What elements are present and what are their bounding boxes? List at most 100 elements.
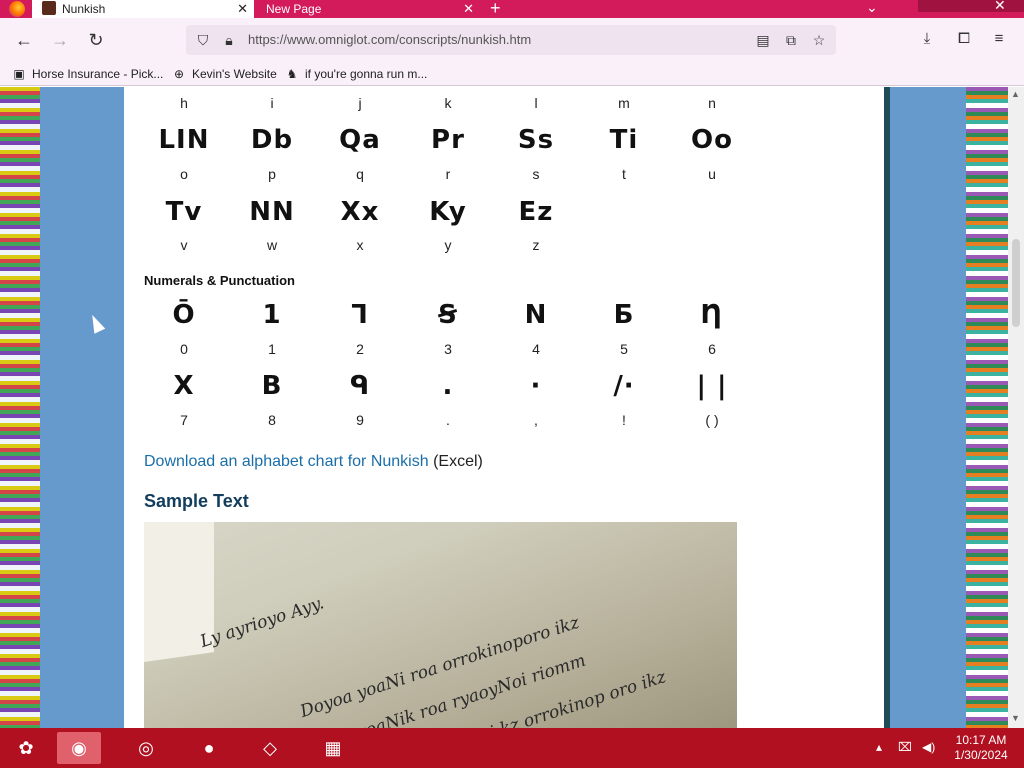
back-button[interactable]: ←	[12, 28, 36, 52]
nunkish-glyph: /·	[613, 371, 635, 401]
nunkish-glyph: Ꞩ	[438, 300, 458, 330]
nunkish-glyph: Qa	[339, 125, 381, 155]
new-tab-icon[interactable]: +	[490, 0, 501, 19]
extensions-icon[interactable]: ⧠	[953, 28, 975, 50]
numeral-label: ( )	[705, 412, 719, 428]
bookmark-horse-insurance[interactable]: ▣ Horse Insurance - Pick...	[12, 65, 163, 83]
letter-label: n	[708, 95, 716, 111]
nunkish-glyph: LIN	[158, 125, 210, 155]
nunkish-glyph: Ꞁ	[351, 300, 369, 330]
numeral-label: !	[622, 412, 626, 428]
nunkish-glyph: B	[261, 371, 283, 401]
download-chart-link[interactable]: Download an alphabet chart for Nunkish	[144, 453, 429, 470]
nunkish-glyph: Ƞ	[700, 300, 724, 330]
omniglot-favicon-icon	[42, 1, 56, 15]
tab-label: New Page	[266, 2, 322, 16]
windows-taskbar: ✿ ◉ ◎ ● ◇ ▦ ▴ ⌧ ◀︎) 10:17 AM 1/30/2024	[0, 728, 1024, 768]
virtualbox-taskbar-icon[interactable]: ◇	[248, 732, 292, 764]
letter-label: p	[268, 166, 276, 182]
clock-time: 10:17 AM	[955, 733, 1007, 747]
nunkish-glyph: Ƃ	[613, 300, 635, 330]
start-button[interactable]: ✿	[4, 732, 48, 764]
bookmark-star-icon[interactable]: ☆	[810, 31, 828, 49]
numeral-label: 5	[620, 341, 628, 357]
firefox-taskbar-icon[interactable]: ◉	[57, 732, 101, 764]
numeral-label: ,	[534, 412, 538, 428]
address-bar[interactable]: ⛉ 🔒︎ https://www.omniglot.com/conscripts…	[186, 25, 836, 55]
list-tabs-chevron-icon[interactable]: ⌄	[866, 0, 878, 16]
nunkish-glyph: Ky	[429, 197, 467, 227]
handwriting-line: Ly ayrioyo Ayy.	[197, 593, 327, 652]
obs-taskbar-icon[interactable]: ●	[187, 732, 231, 764]
page-viewport: h i j k l m n LIN Db Qa Pr Ss Ti Oo o p …	[0, 87, 1024, 728]
forward-button[interactable]: →	[48, 28, 72, 52]
letter-label: x	[356, 237, 364, 253]
tray-chevron-icon[interactable]: ▴	[876, 740, 882, 754]
letter-label: z	[532, 237, 540, 253]
window-close-button[interactable]: ✕	[918, 0, 1024, 13]
nunkish-glyph: 1	[262, 300, 282, 330]
page-scrollbar[interactable]: ▲ ▼	[1008, 87, 1024, 728]
nunkish-glyph: Ō	[172, 300, 196, 330]
sample-text-photo: Ly ayrioyo Ayy. Doyoa yoaNi roa orrokino…	[144, 522, 737, 728]
scrollbar-thumb[interactable]	[1012, 239, 1020, 327]
nunkish-glyph: Ez	[518, 197, 554, 227]
url-text[interactable]: https://www.omniglot.com/conscripts/nunk…	[248, 32, 531, 47]
letter-label: s	[532, 166, 540, 182]
bookmark-gonna-run[interactable]: ♞ if you're gonna run m...	[285, 65, 428, 83]
letter-label: m	[618, 95, 630, 111]
letter-label: u	[708, 166, 716, 182]
letter-label: j	[358, 95, 362, 111]
windows-xp-vm-taskbar-icon[interactable]: ▦	[311, 732, 355, 764]
numeral-label: 7	[180, 412, 188, 428]
close-tab-icon[interactable]: ✕	[463, 0, 474, 18]
bookmark-kevins-website[interactable]: ⊕ Kevin's Website	[172, 65, 277, 83]
lock-icon[interactable]: 🔒︎	[220, 31, 238, 49]
letter-label: t	[622, 166, 626, 182]
nunkish-glyph: .	[442, 371, 454, 401]
letter-label: y	[444, 237, 452, 253]
numeral-label: 9	[356, 412, 364, 428]
numeral-label: 0	[180, 341, 188, 357]
volume-icon[interactable]: ◀︎)	[922, 740, 935, 754]
letter-label: i	[270, 95, 274, 111]
downloads-icon[interactable]: ⤓	[916, 28, 938, 50]
chrome-taskbar-icon[interactable]: ◎	[124, 732, 168, 764]
clock-date: 1/30/2024	[954, 748, 1008, 762]
letter-label: k	[444, 95, 452, 111]
nunkish-glyph: N	[524, 300, 548, 330]
letter-label: w	[266, 237, 278, 253]
numeral-label: 1	[268, 341, 276, 357]
numeral-label: 8	[268, 412, 276, 428]
download-format: (Excel)	[433, 453, 483, 470]
picture-in-picture-icon[interactable]: ⧉	[782, 31, 800, 49]
nunkish-glyph: Tv	[165, 197, 203, 227]
numeral-label: .	[446, 412, 450, 428]
network-icon[interactable]: ⌧	[898, 740, 912, 754]
menu-icon[interactable]: ≡	[988, 28, 1010, 50]
decorative-glyph-border-right	[966, 87, 1008, 728]
tab-nunkish[interactable]: Nunkish ✕	[32, 0, 254, 18]
shield-icon[interactable]: ⛉	[194, 31, 212, 49]
content-border	[884, 87, 890, 728]
nunkish-glyph: Db	[250, 125, 294, 155]
letter-label: o	[180, 166, 188, 182]
letter-label: r	[445, 166, 451, 182]
numeral-label: 2	[356, 341, 364, 357]
reload-button[interactable]: ↻	[84, 28, 108, 52]
letter-label: q	[356, 166, 364, 182]
reader-view-icon[interactable]: ▤	[754, 31, 772, 49]
system-clock[interactable]: 10:17 AM 1/30/2024	[944, 733, 1018, 763]
close-icon: ✕	[994, 0, 1006, 13]
scroll-down-icon[interactable]: ▼	[1011, 713, 1020, 723]
scroll-up-icon[interactable]: ▲	[1011, 89, 1020, 99]
tab-new-page[interactable]: New Page ✕	[258, 0, 480, 18]
globe-icon: ⊕	[173, 67, 185, 81]
firefox-menu-icon[interactable]	[9, 1, 25, 17]
nunkish-glyph: Oo	[691, 125, 733, 155]
nav-toolbar: ← → ↻ ⛉ 🔒︎ https://www.omniglot.com/cons…	[0, 18, 1024, 62]
close-tab-icon[interactable]: ✕	[237, 0, 248, 18]
letter-label: l	[534, 95, 538, 111]
decorative-glyph-border-left	[0, 87, 40, 728]
nunkish-glyph: ·	[530, 371, 542, 401]
